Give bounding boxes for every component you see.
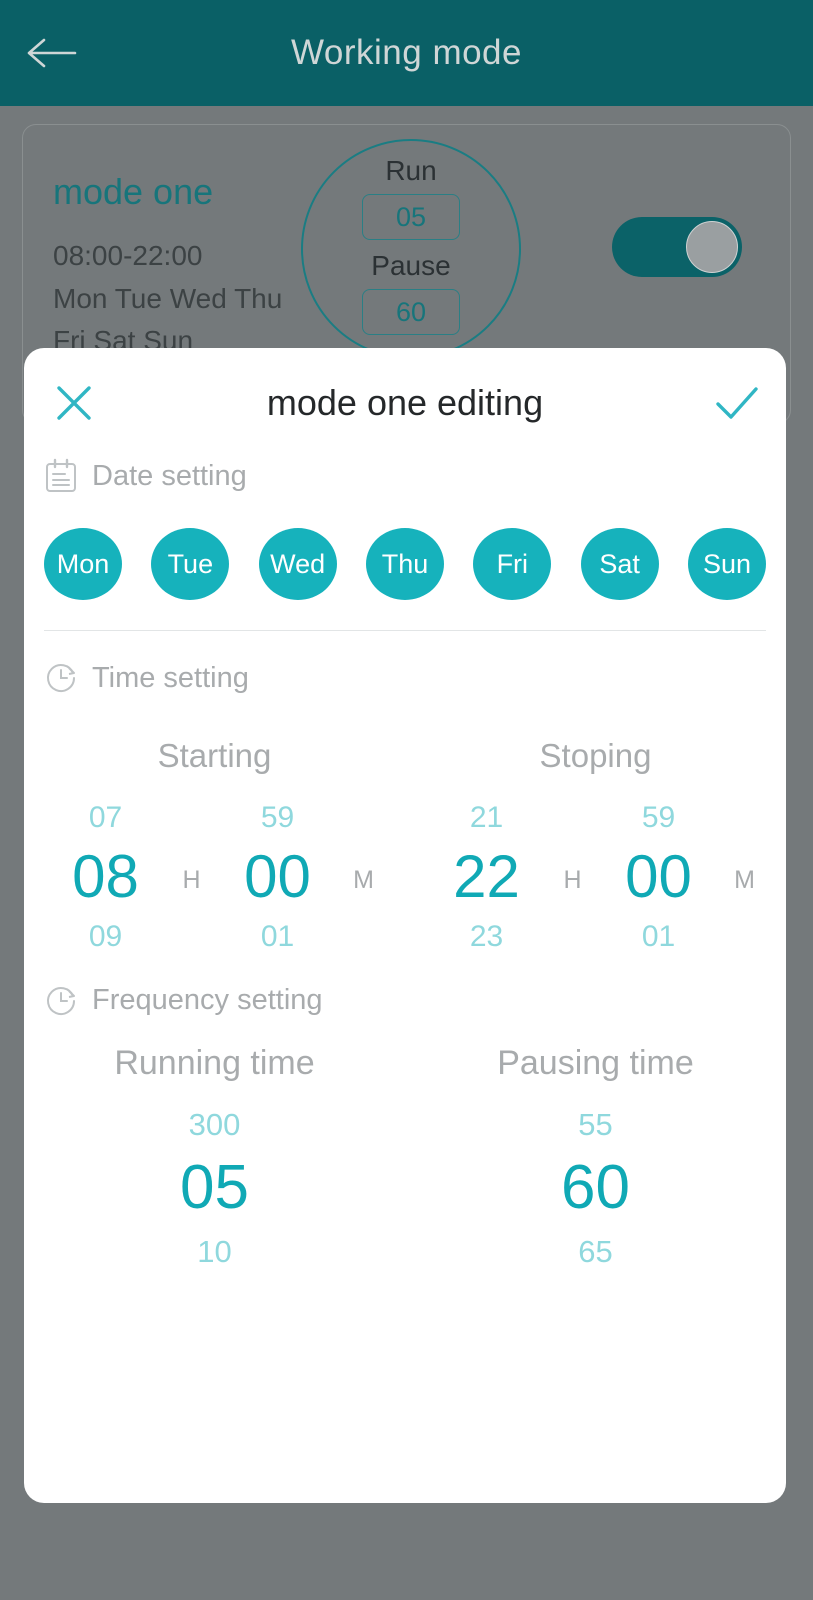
time-pickers: 07 08 09 H 59 00 01 M 21 22 23 H 59 00 0… [24,797,786,958]
toggle-knob [686,221,738,273]
clock-icon [47,986,75,1015]
calendar-icon [46,458,76,492]
starting-minute-unit: M [353,865,374,894]
starting-minute-wheel[interactable]: 59 00 01 [217,797,339,958]
pausing-time-wheel[interactable]: 55 60 65 [405,1101,786,1276]
stoping-minute-current: 00 [625,843,692,910]
starting-hour-wheel[interactable]: 07 08 09 [45,797,167,958]
frequency-setting-label: Frequency setting [92,984,323,1017]
starting-hour-unit: H [182,865,201,894]
back-button[interactable] [24,31,80,75]
day-pill-fri[interactable]: Fri [473,528,552,600]
stoping-label: Stoping [539,737,652,774]
running-time-next[interactable]: 10 [197,1228,231,1275]
sheet-title: mode one editing [266,382,544,423]
pausing-time-current: 60 [561,1152,630,1222]
run-pause-dial[interactable]: Run 05 Pause 60 [301,139,521,359]
stoping-minute-prev[interactable]: 59 [642,797,675,839]
sheet-header: mode one editing [24,348,786,458]
app-header: Working mode [0,0,813,106]
pause-value[interactable]: 60 [362,289,460,335]
date-setting-header: Date setting [24,458,786,494]
check-icon [716,387,758,419]
starting-time-picker: 07 08 09 H 59 00 01 M [24,797,405,958]
starting-hour-next[interactable]: 09 [89,916,122,958]
running-time-label: Running time [114,1043,315,1082]
starting-hour-prev[interactable]: 07 [89,797,122,839]
day-pill-sun[interactable]: Sun [687,528,766,600]
stoping-hour-current: 22 [453,843,520,910]
day-pill-wed[interactable]: Wed [258,528,337,600]
confirm-button[interactable] [704,371,768,435]
starting-minute-next[interactable]: 01 [261,916,294,958]
clock-icon [47,664,75,692]
section-divider [44,630,766,631]
day-pill-sat[interactable]: Sat [580,528,659,600]
running-time-prev[interactable]: 300 [189,1101,241,1148]
pause-label: Pause [371,250,451,281]
pausing-time-prev[interactable]: 55 [578,1101,612,1148]
back-arrow-icon [27,38,77,68]
run-value[interactable]: 05 [362,194,460,240]
day-pill-thu[interactable]: Thu [365,528,444,600]
frequency-picker-titles: Running time Pausing time [24,1044,786,1083]
starting-hour-current: 08 [72,843,139,910]
day-pill-tue[interactable]: Tue [151,528,230,600]
stoping-time-picker: 21 22 23 H 59 00 01 M [405,797,786,958]
close-button[interactable] [42,371,106,435]
stoping-hour-prev[interactable]: 21 [470,797,503,839]
frequency-pickers: 300 05 10 55 60 65 [24,1101,786,1276]
frequency-setting-header: Frequency setting [24,984,786,1018]
running-time-wheel[interactable]: 300 05 10 [24,1101,405,1276]
pausing-time-next[interactable]: 65 [578,1228,612,1275]
time-setting-label: Time setting [92,661,249,694]
close-icon [57,386,91,420]
app-screen: Working mode mode one 08:00-22:00 Mon Tu… [0,0,813,1600]
starting-minute-prev[interactable]: 59 [261,797,294,839]
mode-edit-sheet: mode one editing Date setting Mon Tue We… [24,348,786,1503]
date-setting-label: Date setting [92,459,247,492]
stoping-hour-next[interactable]: 23 [470,916,503,958]
day-selector: Mon Tue Wed Thu Fri Sat Sun [24,494,786,600]
stoping-minute-next[interactable]: 01 [642,916,675,958]
stoping-minute-wheel[interactable]: 59 00 01 [598,797,720,958]
mode-card-name: mode one [53,171,214,212]
time-picker-titles: Starting Stoping [24,737,786,775]
stoping-hour-wheel[interactable]: 21 22 23 [426,797,548,958]
page-title: Working mode [290,33,522,72]
pausing-time-label: Pausing time [497,1043,694,1082]
run-label: Run [385,155,437,186]
running-time-current: 05 [180,1152,249,1222]
starting-minute-current: 00 [244,843,311,910]
time-setting-header: Time setting [24,661,786,695]
starting-label: Starting [157,737,272,774]
stoping-minute-unit: M [734,865,755,894]
stoping-hour-unit: H [563,865,582,894]
day-pill-mon[interactable]: Mon [44,528,122,600]
mode-enable-toggle[interactable] [612,217,742,277]
